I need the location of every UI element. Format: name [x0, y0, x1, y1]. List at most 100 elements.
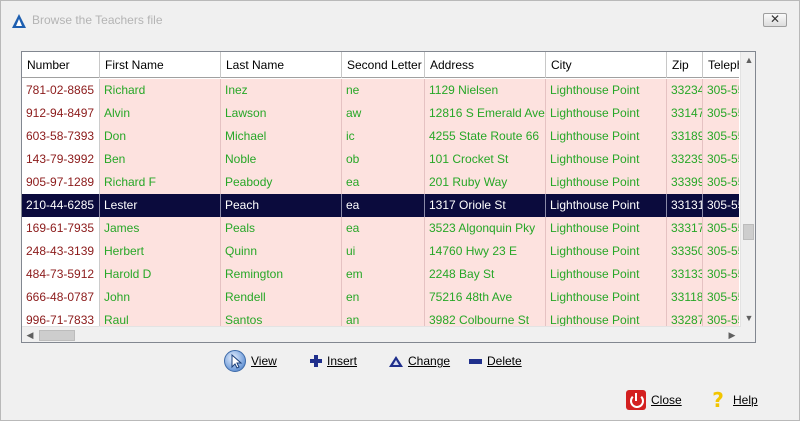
column-header-city[interactable]: City: [546, 52, 667, 78]
cell-telephone[interactable]: 305-55: [703, 309, 739, 326]
cell-number[interactable]: 248-43-3139: [22, 240, 100, 263]
cell-zip[interactable]: 33189: [667, 125, 703, 148]
cell-last-name[interactable]: Michael: [221, 125, 342, 148]
cell-zip[interactable]: 33287: [667, 309, 703, 326]
cell-telephone[interactable]: 305-55: [703, 125, 739, 148]
cell-telephone[interactable]: 305-55: [703, 286, 739, 309]
cell-number[interactable]: 143-79-3992: [22, 148, 100, 171]
cell-city[interactable]: Lighthouse Point: [546, 240, 667, 263]
cell-first-name[interactable]: John: [100, 286, 221, 309]
cell-address[interactable]: 101 Crocket St: [425, 148, 546, 171]
cell-city[interactable]: Lighthouse Point: [546, 102, 667, 125]
cell-zip[interactable]: 33317: [667, 217, 703, 240]
cell-telephone[interactable]: 305-55: [703, 194, 739, 217]
cell-last-name[interactable]: Quinn: [221, 240, 342, 263]
cell-address[interactable]: 1129 Nielsen: [425, 79, 546, 102]
cell-address[interactable]: 12816 S Emerald Ave: [425, 102, 546, 125]
table-row[interactable]: 666-48-0787 John Rendell en 75216 48th Ave Li…: [22, 286, 739, 309]
cell-telephone[interactable]: 305-55: [703, 217, 739, 240]
cell-second-letter[interactable]: ui: [342, 240, 425, 263]
column-header-telephone[interactable]: Teleph: [703, 52, 739, 78]
cell-telephone[interactable]: 305-55: [703, 79, 739, 102]
column-header-first-name[interactable]: First Name: [100, 52, 221, 78]
table-row[interactable]: 912-94-8497 Alvin Lawson aw 12816 S Emerald …: [22, 102, 739, 125]
cell-number[interactable]: 169-61-7935: [22, 217, 100, 240]
table-row[interactable]: 781-02-8865 Richard Inez ne 1129 Nielsen Ligh…: [22, 79, 739, 102]
cell-first-name[interactable]: Ben: [100, 148, 221, 171]
column-header-number[interactable]: Number: [22, 52, 100, 78]
cell-number[interactable]: 210-44-6285: [22, 194, 100, 217]
cell-zip[interactable]: 33234: [667, 79, 703, 102]
cell-address[interactable]: 14760 Hwy 23 E: [425, 240, 546, 263]
cell-last-name[interactable]: Peabody: [221, 171, 342, 194]
cell-last-name[interactable]: Noble: [221, 148, 342, 171]
table-row[interactable]: 996-71-7833 Raul Santos an 3982 Colbourne St…: [22, 309, 739, 326]
cell-last-name[interactable]: Rendell: [221, 286, 342, 309]
cell-first-name[interactable]: Alvin: [100, 102, 221, 125]
cell-city[interactable]: Lighthouse Point: [546, 148, 667, 171]
cell-number[interactable]: 484-73-5912: [22, 263, 100, 286]
change-button[interactable]: Change: [389, 349, 450, 373]
cell-last-name[interactable]: Remington: [221, 263, 342, 286]
column-header-last-name[interactable]: Last Name: [221, 52, 342, 78]
close-button[interactable]: Close: [626, 388, 682, 412]
scroll-left-arrow-icon[interactable]: ◀: [22, 327, 38, 342]
table-row[interactable]: 484-73-5912 Harold D Remington em 2248 Bay S…: [22, 263, 739, 286]
cell-first-name[interactable]: Don: [100, 125, 221, 148]
cell-zip[interactable]: 33147: [667, 102, 703, 125]
cell-second-letter[interactable]: ob: [342, 148, 425, 171]
cell-first-name[interactable]: Richard: [100, 79, 221, 102]
cell-first-name[interactable]: Herbert: [100, 240, 221, 263]
table-row[interactable]: 143-79-3992 Ben Noble ob 101 Crocket St Light…: [22, 148, 739, 171]
column-header-zip[interactable]: Zip: [667, 52, 703, 78]
scroll-down-arrow-icon[interactable]: ▼: [741, 310, 755, 327]
cell-last-name[interactable]: Peach: [221, 194, 342, 217]
cell-zip[interactable]: 33133: [667, 263, 703, 286]
cell-city[interactable]: Lighthouse Point: [546, 286, 667, 309]
cell-city[interactable]: Lighthouse Point: [546, 125, 667, 148]
cell-address[interactable]: 1317 Oriole St: [425, 194, 546, 217]
teachers-grid[interactable]: Number First Name Last Name Second Letter Ad…: [21, 51, 756, 343]
table-row[interactable]: 603-58-7393 Don Michael ic 4255 State Route …: [22, 125, 739, 148]
cell-second-letter[interactable]: an: [342, 309, 425, 326]
cell-second-letter[interactable]: ea: [342, 217, 425, 240]
table-row[interactable]: 905-97-1289 Richard F Peabody ea 201 Ruby Wa…: [22, 171, 739, 194]
cell-telephone[interactable]: 305-55: [703, 102, 739, 125]
vertical-scrollbar[interactable]: ▲ ▼: [740, 52, 755, 327]
cell-zip[interactable]: 33350: [667, 240, 703, 263]
cell-address[interactable]: 3982 Colbourne St: [425, 309, 546, 326]
cell-number[interactable]: 912-94-8497: [22, 102, 100, 125]
cell-telephone[interactable]: 305-55: [703, 240, 739, 263]
cell-address[interactable]: 75216 48th Ave: [425, 286, 546, 309]
cell-last-name[interactable]: Inez: [221, 79, 342, 102]
cell-first-name[interactable]: Lester: [100, 194, 221, 217]
table-row[interactable]: 169-61-7935 James Peals ea 3523 Algonquin Pk…: [22, 217, 739, 240]
cell-address[interactable]: 4255 State Route 66: [425, 125, 546, 148]
cell-second-letter[interactable]: aw: [342, 102, 425, 125]
cell-number[interactable]: 781-02-8865: [22, 79, 100, 102]
cell-first-name[interactable]: Raul: [100, 309, 221, 326]
cell-address[interactable]: 3523 Algonquin Pky: [425, 217, 546, 240]
cell-address[interactable]: 201 Ruby Way: [425, 171, 546, 194]
cell-telephone[interactable]: 305-55: [703, 148, 739, 171]
cell-second-letter[interactable]: ne: [342, 79, 425, 102]
cell-number[interactable]: 666-48-0787: [22, 286, 100, 309]
cell-second-letter[interactable]: em: [342, 263, 425, 286]
cell-number[interactable]: 603-58-7393: [22, 125, 100, 148]
cell-number[interactable]: 905-97-1289: [22, 171, 100, 194]
cell-second-letter[interactable]: ea: [342, 171, 425, 194]
cell-zip[interactable]: 33239: [667, 148, 703, 171]
table-row[interactable]: 248-43-3139 Herbert Quinn ui 14760 Hwy 23 EL…: [22, 240, 739, 263]
column-header-second-letter[interactable]: Second Letter: [342, 52, 425, 78]
vertical-scroll-thumb[interactable]: [743, 224, 754, 240]
horizontal-scrollbar[interactable]: ◀ ▶: [22, 326, 740, 342]
help-button[interactable]: ? Help: [708, 388, 758, 412]
cell-city[interactable]: Lighthouse Point: [546, 309, 667, 326]
column-header-address[interactable]: Address: [425, 52, 546, 78]
cell-telephone[interactable]: 305-55: [703, 263, 739, 286]
cell-address[interactable]: 2248 Bay St: [425, 263, 546, 286]
horizontal-scroll-thumb[interactable]: [39, 330, 75, 341]
cell-city[interactable]: Lighthouse Point: [546, 217, 667, 240]
cell-city[interactable]: Lighthouse Point: [546, 263, 667, 286]
cell-first-name[interactable]: Harold D: [100, 263, 221, 286]
